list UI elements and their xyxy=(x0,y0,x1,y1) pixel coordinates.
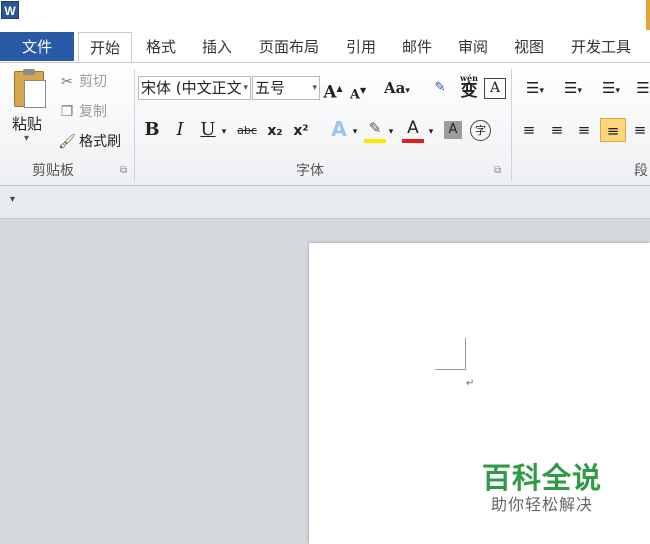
tab-review[interactable]: 审阅 xyxy=(450,32,496,62)
underline-dropdown-icon[interactable]: ▾ xyxy=(218,121,230,143)
customize-dropdown-icon[interactable]: ▾ xyxy=(10,194,15,205)
italic-button[interactable]: I xyxy=(170,119,190,141)
align-center-button[interactable]: ≡ xyxy=(546,119,568,141)
paragraph-group-label: 段 xyxy=(634,163,648,179)
phonetic-char: 变 xyxy=(460,81,478,101)
font-size-combo[interactable]: 五号 ▾ xyxy=(252,76,320,100)
strikethrough-button[interactable]: abc xyxy=(234,120,260,142)
document-page[interactable] xyxy=(309,243,650,544)
shrink-font-icon: A xyxy=(349,87,360,103)
font-group-label: 字体 xyxy=(296,163,324,179)
decrease-indent-button[interactable]: ☰ xyxy=(636,77,650,99)
margin-corner-mark xyxy=(435,369,466,370)
tab-format[interactable]: 格式 xyxy=(138,32,184,62)
align-right-button[interactable]: ≡ xyxy=(573,119,595,141)
format-painter-label: 格式刷 xyxy=(79,134,121,150)
shrink-font-button[interactable]: A▼ xyxy=(348,79,368,103)
tab-page-layout[interactable]: 页面布局 xyxy=(252,32,326,62)
distributed-button[interactable]: ≡ xyxy=(630,119,650,141)
numbering-button[interactable]: ☰▾ xyxy=(556,77,590,99)
watermark-subtitle: 助你轻松解决 xyxy=(491,495,594,514)
window-edge xyxy=(646,0,650,30)
word-app-icon[interactable]: W xyxy=(1,1,19,19)
cut-label: 剪切 xyxy=(79,74,107,90)
multilevel-list-button[interactable]: ☰▾ xyxy=(594,77,628,99)
copy-label: 复制 xyxy=(79,104,107,120)
clear-format-icon[interactable]: ✎ xyxy=(428,77,452,99)
font-name-value: 宋体 (中文正文 xyxy=(141,79,242,97)
change-case-icon: Aa xyxy=(384,79,406,97)
bullets-button[interactable]: ☰▾ xyxy=(518,77,552,99)
char-border-button[interactable]: A xyxy=(484,78,506,99)
ribbon-tabs: 文件 开始 格式 插入 页面布局 引用 邮件 审阅 视图 开发工具 xyxy=(0,30,650,63)
copy-button[interactable]: ❐ 复制 xyxy=(58,101,107,123)
cut-button[interactable]: ✂ 剪切 xyxy=(58,71,107,93)
ribbon: 粘贴 ▾ ✂ 剪切 ❐ 复制 🖌 格式刷 剪贴板 ⧉ 宋体 (中文正文 ▾ 五号 ▾ … xyxy=(0,63,650,186)
tab-developer[interactable]: 开发工具 xyxy=(562,32,640,62)
font-color-dropdown-icon[interactable]: ▾ xyxy=(426,121,436,143)
grow-font-button[interactable]: A▲ xyxy=(322,77,344,103)
clipboard-group-label: 剪贴板 xyxy=(32,163,74,179)
tab-references[interactable]: 引用 xyxy=(338,32,384,62)
subscript-button[interactable]: x₂ xyxy=(264,120,286,142)
font-launcher-icon[interactable]: ⧉ xyxy=(494,165,501,176)
format-painter-button[interactable]: 🖌 格式刷 xyxy=(58,131,121,153)
paste-dropdown-icon[interactable]: ▾ xyxy=(24,133,29,144)
margin-corner-mark xyxy=(465,338,466,370)
paragraph-mark-icon: ↵ xyxy=(466,378,475,389)
chevron-down-icon: ▾ xyxy=(243,83,248,93)
tab-file[interactable]: 文件 xyxy=(0,32,74,61)
highlight-dropdown-icon[interactable]: ▾ xyxy=(386,121,396,143)
font-name-combo[interactable]: 宋体 (中文正文 ▾ xyxy=(138,76,251,100)
align-left-button[interactable]: ≡ xyxy=(518,119,540,141)
font-color-bar xyxy=(402,139,424,143)
highlight-color-bar xyxy=(364,139,386,143)
text-effect-button[interactable]: A xyxy=(328,118,350,140)
char-shading-button[interactable]: A xyxy=(444,121,462,139)
phonetic-guide-button[interactable]: wén 变 xyxy=(456,73,482,100)
tab-view[interactable]: 视图 xyxy=(506,32,552,62)
change-case-button[interactable]: Aa▾ xyxy=(380,77,414,99)
tab-home[interactable]: 开始 xyxy=(78,32,132,62)
clipboard-icon xyxy=(14,69,46,108)
grow-font-icon: A xyxy=(323,82,337,103)
clipboard-launcher-icon[interactable]: ⧉ xyxy=(120,165,127,176)
underline-button[interactable]: U xyxy=(198,119,218,141)
title-bar: W xyxy=(0,0,650,30)
bold-button[interactable]: B xyxy=(142,119,162,141)
copy-icon: ❐ xyxy=(60,104,74,120)
paste-label: 粘贴 xyxy=(12,115,43,133)
font-size-value: 五号 xyxy=(255,79,286,97)
text-effect-dropdown-icon[interactable]: ▾ xyxy=(350,121,360,143)
quick-access-strip: ▾ xyxy=(0,186,650,219)
tab-mailings[interactable]: 邮件 xyxy=(394,32,440,62)
highlight-pen-icon[interactable]: ✎ xyxy=(364,117,386,139)
brush-icon: 🖌 xyxy=(58,134,76,150)
scissors-icon: ✂ xyxy=(61,74,73,90)
enclose-char-button[interactable]: 字 xyxy=(470,120,491,141)
tab-insert[interactable]: 插入 xyxy=(194,32,240,62)
group-divider xyxy=(134,69,135,181)
group-divider xyxy=(511,69,512,181)
superscript-button[interactable]: x² xyxy=(290,120,312,142)
char-border-icon: A xyxy=(489,80,501,96)
chevron-down-icon: ▾ xyxy=(312,83,317,93)
justify-button[interactable]: ≡ xyxy=(600,118,626,142)
font-color-button[interactable]: A xyxy=(402,117,424,139)
